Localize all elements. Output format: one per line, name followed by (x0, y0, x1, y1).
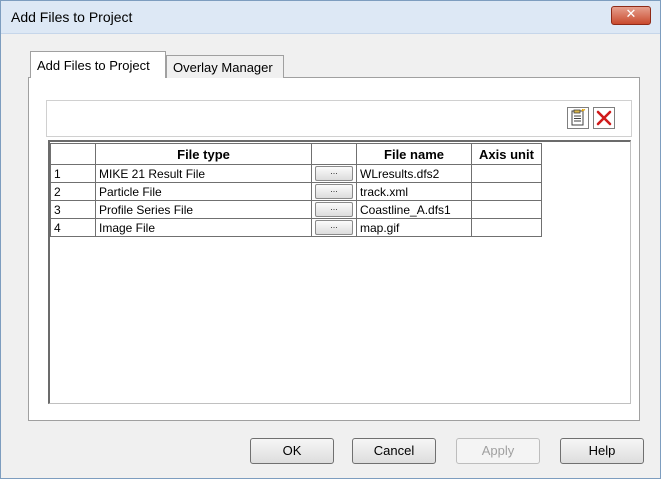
tab-overlay-manager[interactable]: Overlay Manager (166, 55, 284, 78)
browse-button[interactable]: ... (315, 220, 353, 236)
column-header-index (50, 143, 96, 165)
column-header-browse (311, 143, 357, 165)
delete-button[interactable] (593, 107, 615, 129)
browse-cell: ... (311, 182, 357, 201)
axis-unit-cell[interactable] (471, 218, 542, 237)
axis-unit-cell[interactable] (471, 200, 542, 219)
row-index[interactable]: 1 (50, 164, 96, 183)
tab-add-files[interactable]: Add Files to Project (30, 51, 166, 78)
file-name-cell[interactable]: WLresults.dfs2 (356, 164, 472, 183)
row-index[interactable]: 4 (50, 218, 96, 237)
axis-unit-cell[interactable] (471, 182, 542, 201)
browse-cell: ... (311, 200, 357, 219)
cancel-button[interactable]: Cancel (352, 438, 436, 464)
file-type-cell[interactable]: Particle File (95, 182, 312, 201)
file-type-cell[interactable]: Profile Series File (95, 200, 312, 219)
row-index[interactable]: 2 (50, 182, 96, 201)
file-grid: File type File name Axis unit 1 MIKE 21 … (50, 143, 542, 237)
table-row[interactable]: 1 MIKE 21 Result File ... WLresults.dfs2 (50, 164, 542, 183)
column-header-axis-unit[interactable]: Axis unit (471, 143, 542, 165)
column-header-file-type[interactable]: File type (95, 143, 312, 165)
file-name-cell[interactable]: track.xml (356, 182, 472, 201)
table-row[interactable]: 4 Image File ... map.gif (50, 218, 542, 237)
ok-button[interactable]: OK (250, 438, 334, 464)
file-type-cell[interactable]: Image File (95, 218, 312, 237)
grid-toolbar (46, 100, 632, 137)
red-x-delete-icon (596, 110, 612, 126)
file-type-cell[interactable]: MIKE 21 Result File (95, 164, 312, 183)
table-row[interactable]: 2 Particle File ... track.xml (50, 182, 542, 201)
browse-button[interactable]: ... (315, 184, 353, 200)
close-icon: ✕ (625, 7, 637, 22)
browse-cell: ... (311, 164, 357, 183)
file-name-cell[interactable]: Coastline_A.dfs1 (356, 200, 472, 219)
dialog-title: Add Files to Project (11, 9, 133, 25)
close-button[interactable]: ✕ (611, 6, 651, 25)
title-bar: Add Files to Project ✕ (1, 1, 660, 34)
column-header-file-name[interactable]: File name (356, 143, 472, 165)
table-row[interactable]: 3 Profile Series File ... Coastline_A.df… (50, 200, 542, 219)
file-name-cell[interactable]: map.gif (356, 218, 472, 237)
row-index[interactable]: 3 (50, 200, 96, 219)
paste-document-icon (571, 108, 586, 126)
browse-button[interactable]: ... (315, 166, 353, 182)
axis-unit-cell[interactable] (471, 164, 542, 183)
browse-cell: ... (311, 218, 357, 237)
browse-button[interactable]: ... (315, 202, 353, 218)
add-file-button[interactable] (567, 107, 589, 129)
apply-button[interactable]: Apply (456, 438, 540, 464)
help-button[interactable]: Help (560, 438, 644, 464)
grid-header-row: File type File name Axis unit (50, 143, 542, 165)
